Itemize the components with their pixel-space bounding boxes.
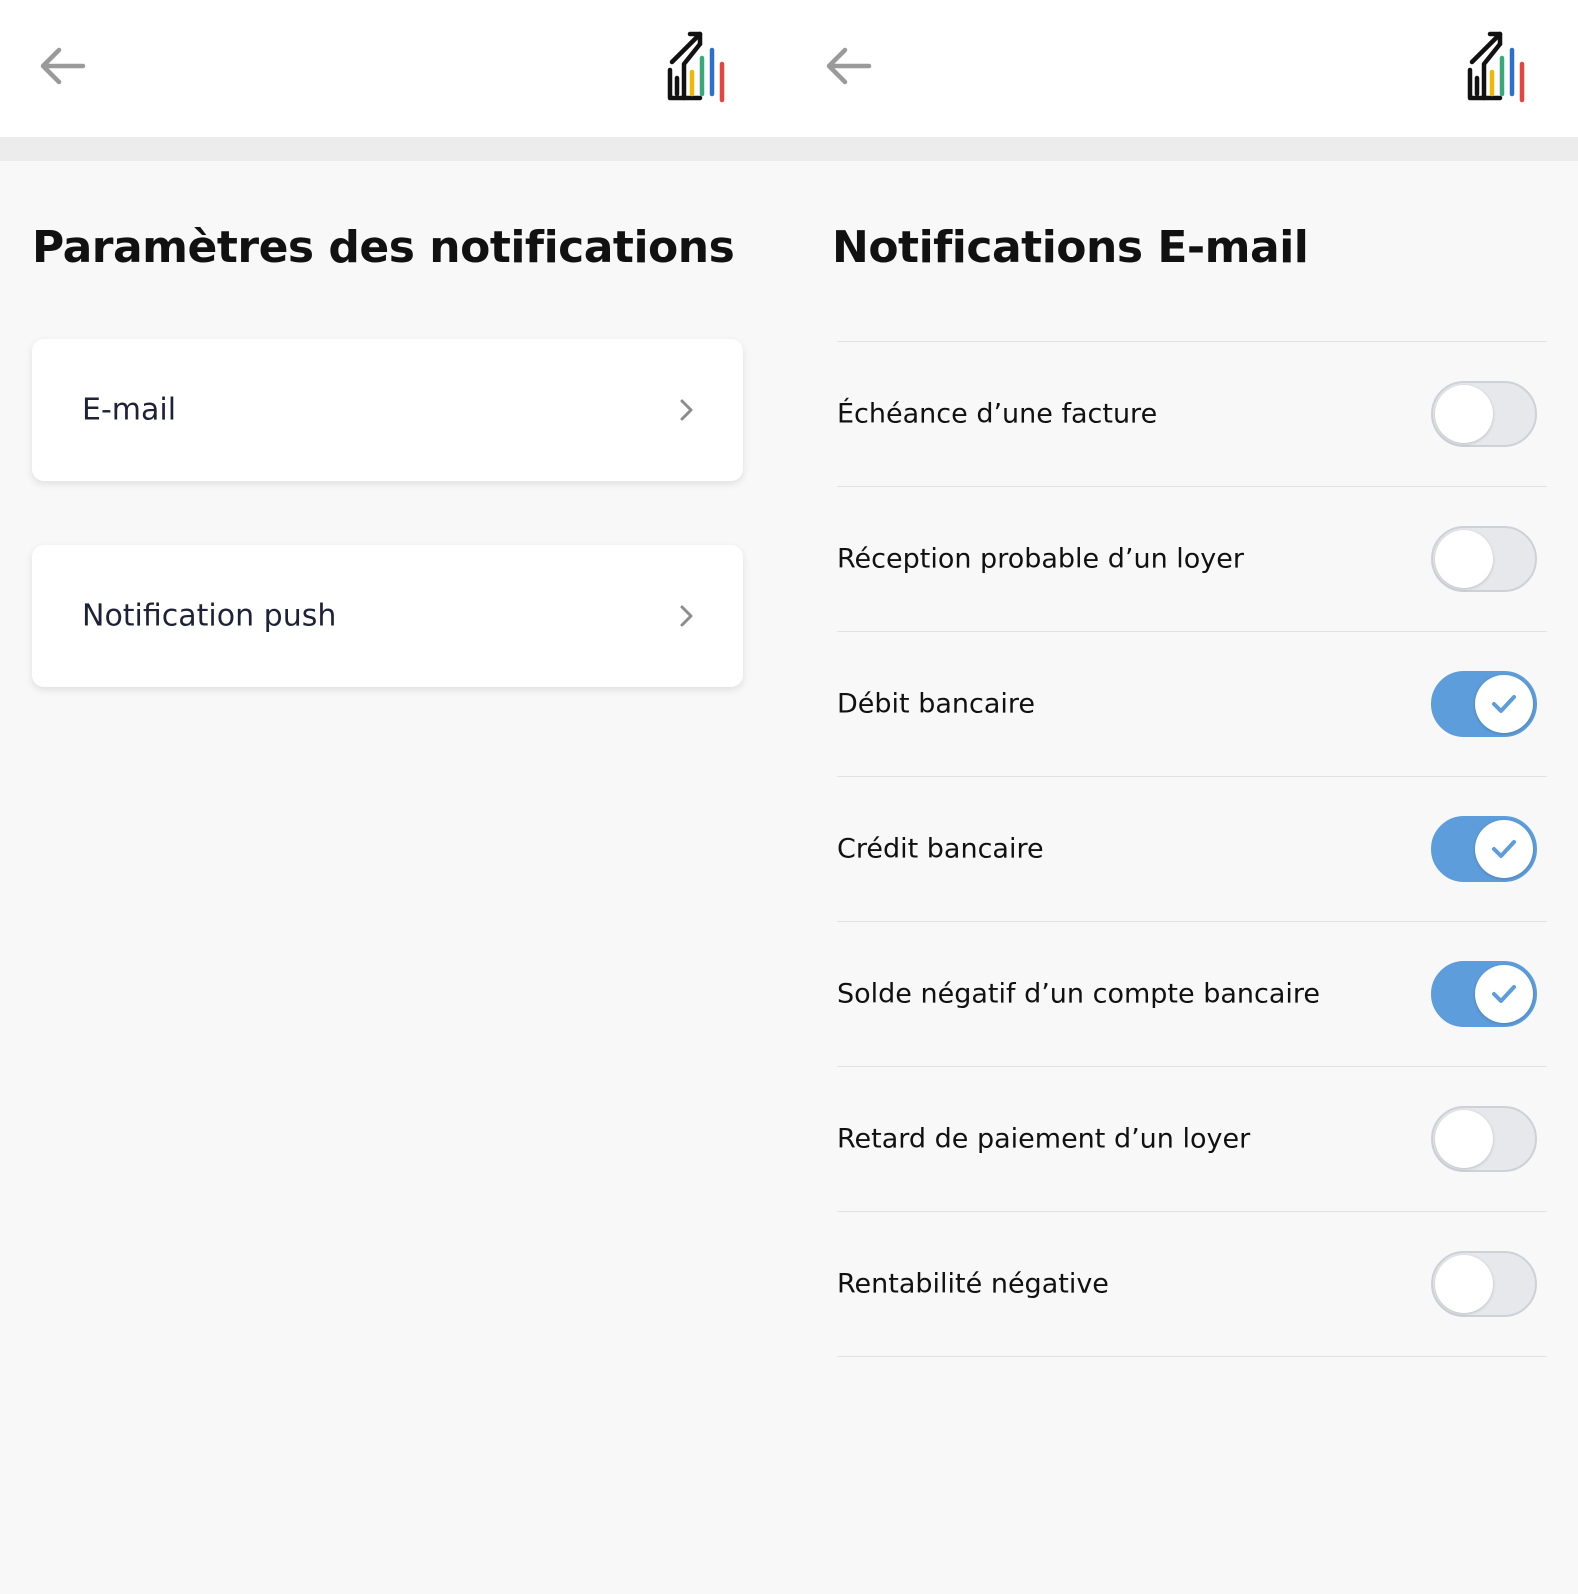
top-bar <box>0 0 800 137</box>
setting-row-late-rent: Retard de paiement d’un loyer <box>837 1067 1547 1212</box>
arrow-left-icon <box>40 47 86 85</box>
setting-row-bank-credit: Crédit bancaire <box>837 777 1547 922</box>
email-notifications-screen: Notifications E-mail Échéance d’une fact… <box>800 0 1578 1594</box>
email-option-label: E-mail <box>82 392 177 428</box>
setting-label: Crédit bancaire <box>837 833 1044 865</box>
arrow-left-icon <box>826 47 872 85</box>
checkmark-icon <box>1492 840 1516 858</box>
negative-balance-toggle[interactable] <box>1431 961 1537 1027</box>
bank-debit-toggle[interactable] <box>1431 671 1537 737</box>
chevron-right-icon <box>680 605 693 627</box>
setting-label: Réception probable d’un loyer <box>837 543 1244 575</box>
setting-row-bank-debit: Débit bancaire <box>837 632 1547 777</box>
push-notification-option-label: Notification push <box>82 598 337 634</box>
setting-label: Solde négatif d’un compte bancaire <box>837 978 1320 1010</box>
house-chart-logo <box>667 31 725 103</box>
invoice-due-toggle[interactable] <box>1431 381 1537 447</box>
setting-label: Échéance d’une facture <box>837 398 1158 430</box>
setting-row-invoice-due: Échéance d’une facture <box>837 342 1547 487</box>
house-chart-logo <box>1467 31 1525 103</box>
toggle-knob <box>1435 385 1493 443</box>
setting-label: Rentabilité négative <box>837 1268 1109 1300</box>
toggle-knob <box>1475 820 1533 878</box>
chevron-right-icon <box>680 399 693 421</box>
toggle-knob <box>1435 530 1493 588</box>
bank-credit-toggle[interactable] <box>1431 816 1537 882</box>
toggle-knob <box>1435 1110 1493 1168</box>
notification-settings-screen: Paramètres des notifications E-mail Noti… <box>0 0 800 1594</box>
page-title: Notifications E-mail <box>832 222 1309 273</box>
setting-row-rent-receipt: Réception probable d’un loyer <box>837 487 1547 632</box>
setting-row-negative-balance: Solde négatif d’un compte bancaire <box>837 922 1547 1067</box>
top-bar <box>800 0 1578 137</box>
toggle-knob <box>1475 675 1533 733</box>
toggle-knob <box>1475 965 1533 1023</box>
email-option[interactable]: E-mail <box>32 339 743 481</box>
push-notification-option[interactable]: Notification push <box>32 545 743 687</box>
checkmark-icon <box>1492 695 1516 713</box>
setting-label: Retard de paiement d’un loyer <box>837 1123 1251 1155</box>
setting-row-negative-profitability: Rentabilité négative <box>837 1212 1547 1357</box>
negative-profitability-toggle[interactable] <box>1431 1251 1537 1317</box>
back-button[interactable] <box>822 40 874 92</box>
page-title: Paramètres des notifications <box>32 222 735 273</box>
toggle-knob <box>1435 1255 1493 1313</box>
back-button[interactable] <box>36 40 88 92</box>
rent-receipt-toggle[interactable] <box>1431 526 1537 592</box>
setting-label: Débit bancaire <box>837 688 1036 720</box>
email-settings-list: Échéance d’une facture Réception probabl… <box>837 341 1547 1357</box>
checkmark-icon <box>1492 985 1516 1003</box>
late-rent-toggle[interactable] <box>1431 1106 1537 1172</box>
